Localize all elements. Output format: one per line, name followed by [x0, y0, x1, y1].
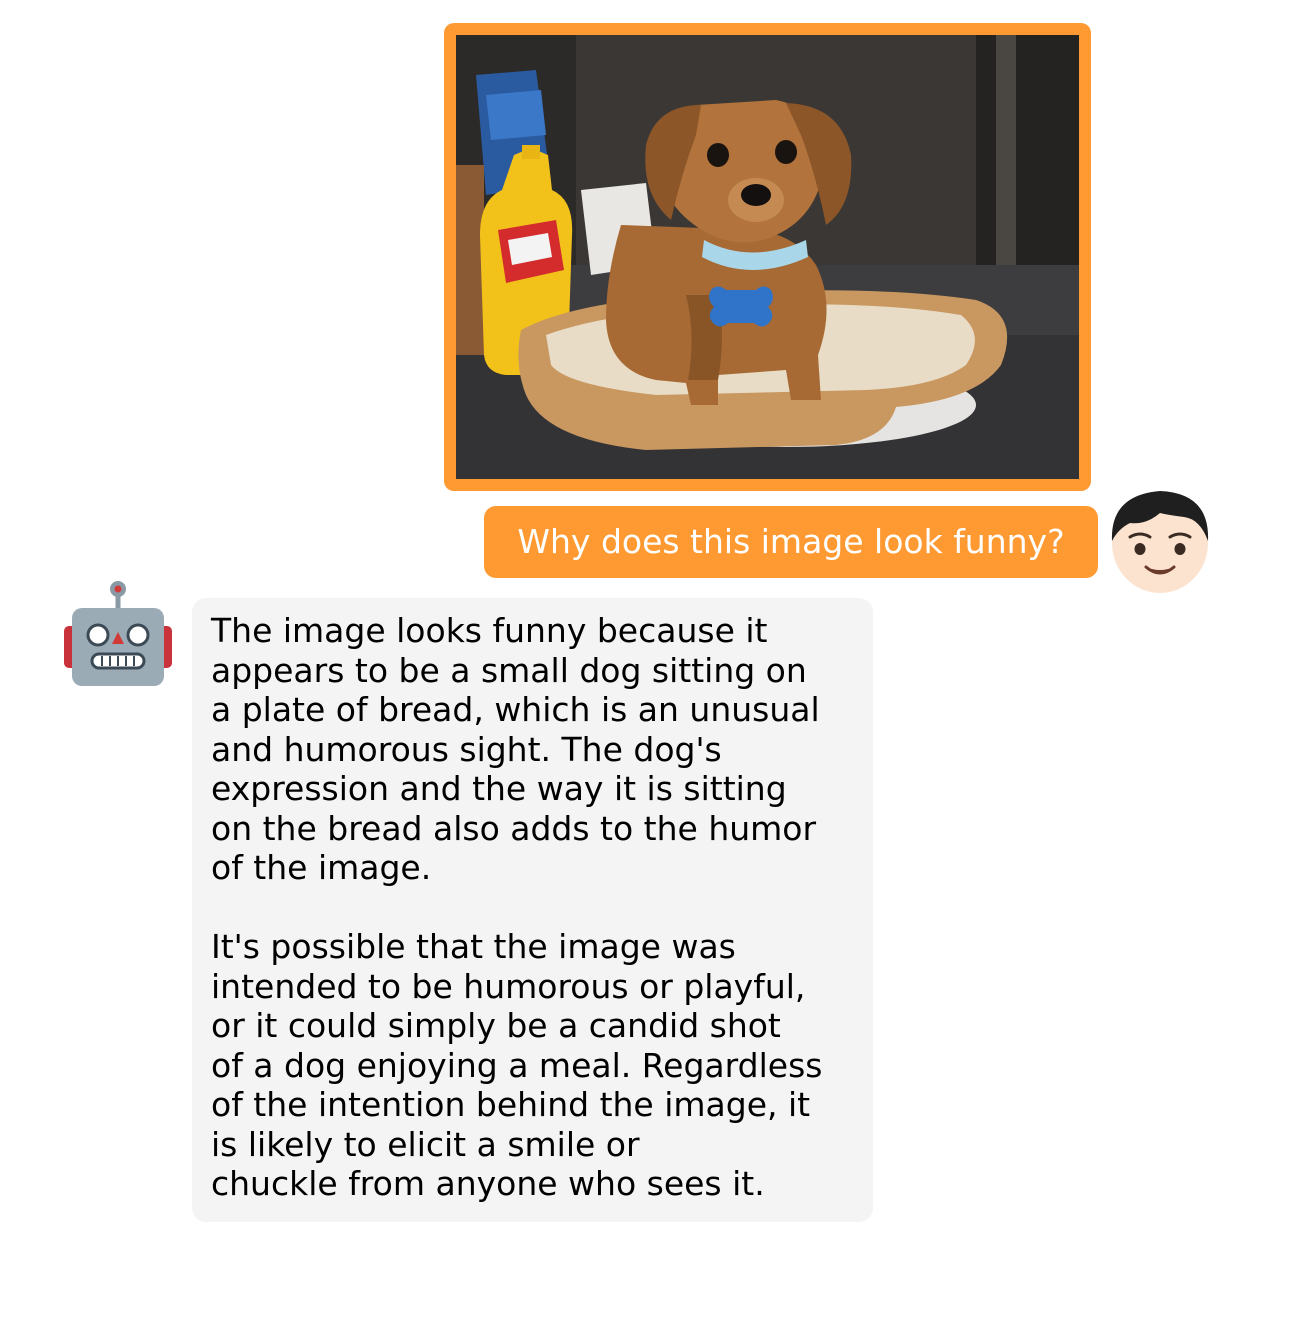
dog-on-bread-photo	[456, 35, 1079, 479]
assistant-paragraph-1: The image looks funny because it appears…	[211, 611, 820, 887]
robot-face-emoji-icon	[64, 581, 172, 686]
assistant-paragraph-2: It's possible that the image was intende…	[211, 927, 823, 1203]
boy-face-emoji-icon	[1111, 491, 1209, 593]
assistant-message-bubble: The image looks funny because it appears…	[192, 598, 873, 1222]
user-image-attachment[interactable]	[444, 23, 1091, 491]
user-message-bubble: Why does this image look funny?	[484, 506, 1098, 578]
